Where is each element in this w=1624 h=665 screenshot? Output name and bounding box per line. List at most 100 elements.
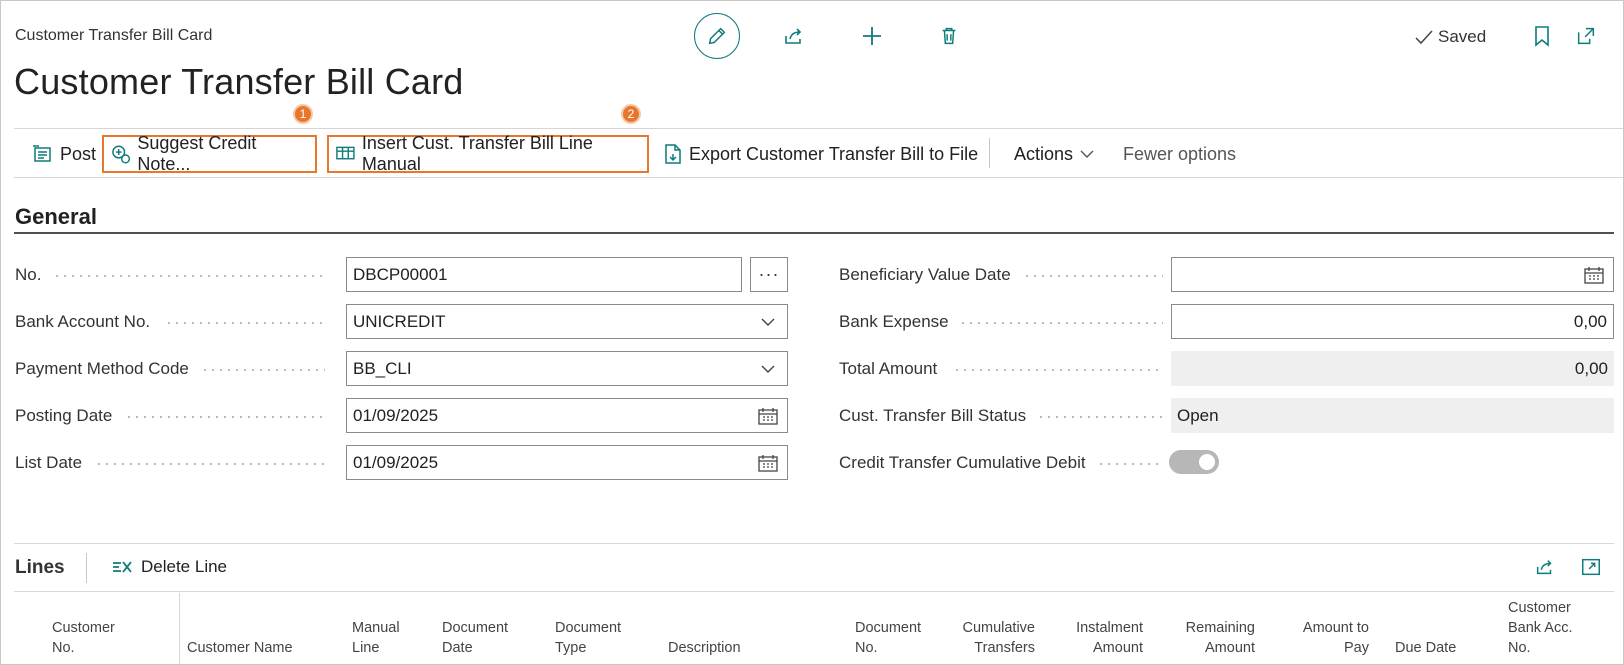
suggest-credit-note-action[interactable]: Suggest Credit Note... [102, 133, 317, 174]
delete-line-icon [113, 561, 132, 573]
col-customer-bank-acc-no[interactable]: Customer Bank Acc. No. [1508, 598, 1572, 658]
col-manual-line[interactable]: Manual Line [352, 618, 400, 658]
leader-dots [1023, 275, 1163, 277]
lines-title: Lines [15, 557, 65, 578]
open-new-window-icon [1577, 27, 1595, 45]
col-remaining-amount[interactable]: Remaining Amount [1171, 618, 1255, 658]
col-line: Document [442, 620, 509, 636]
list-date-value: 01/09/2025 [353, 452, 439, 472]
delete-button[interactable] [936, 23, 962, 49]
col-line: No. [855, 640, 878, 656]
payment-method-code-select[interactable]: BB_CLI [346, 351, 788, 386]
cumulative-debit-toggle[interactable] [1169, 450, 1219, 474]
lines-divider [14, 543, 1614, 544]
calendar-icon[interactable] [1583, 265, 1605, 285]
actions-menu[interactable]: Actions [1008, 135, 1101, 173]
leader-dots [201, 369, 325, 371]
post-action[interactable]: Post [26, 135, 102, 173]
col-line: Instalment [1076, 620, 1143, 636]
page-title: Customer Transfer Bill Card [14, 61, 464, 102]
col-instalment-amount[interactable]: Instalment Amount [1061, 618, 1143, 658]
lines-expand-button[interactable] [1579, 555, 1603, 579]
col-customer-name[interactable]: Customer Name [187, 618, 293, 658]
lines-separator [86, 553, 87, 583]
calendar-icon[interactable] [757, 406, 779, 426]
col-document-type[interactable]: Document Type [555, 618, 621, 658]
general-section-rule [14, 232, 1614, 234]
insert-line-manual-label: Insert Cust. Transfer Bill Line Manual [361, 133, 593, 174]
share-button[interactable] [781, 23, 807, 49]
col-document-date[interactable]: Document Date [442, 618, 508, 658]
no-label: No. [15, 265, 42, 284]
total-amount-label: Total Amount [839, 359, 938, 378]
share-icon [785, 28, 802, 44]
action-bar: Post Suggest Credit Note... Insert Cust.… [14, 128, 1623, 178]
col-line: Type [555, 640, 587, 656]
col-line: Amount to [1302, 620, 1369, 636]
column-separator [179, 593, 180, 664]
leader-dots [165, 322, 325, 324]
col-customer-no[interactable]: Customer No. [52, 618, 115, 658]
post-label: Post [60, 143, 97, 164]
col-line: Customer [52, 620, 115, 636]
pencil-icon [708, 27, 726, 45]
lines-share-button[interactable] [1533, 555, 1557, 579]
col-description[interactable]: Description [668, 618, 741, 658]
col-line: Bank Acc. [1508, 620, 1573, 636]
col-line: Document [855, 620, 922, 636]
col-line: Due Date [1395, 640, 1457, 656]
export-to-file-label: Export Customer Transfer Bill to File [689, 143, 979, 164]
col-line: Customer Name [187, 640, 293, 656]
share-icon [1536, 560, 1552, 575]
calendar-icon[interactable] [757, 453, 779, 473]
list-date-input[interactable]: 01/09/2025 [346, 445, 788, 480]
page-frame: Customer Transfer Bill Card Customer Tra… [0, 0, 1624, 665]
col-line: Line [352, 640, 380, 656]
no-input[interactable]: DBCP00001 [346, 257, 742, 292]
col-line: Manual [352, 620, 400, 636]
new-button[interactable] [859, 23, 885, 49]
delete-line-button[interactable]: Delete Line [111, 557, 227, 577]
insert-line-icon [336, 146, 355, 160]
bank-account-no-value: UNICREDIT [353, 311, 446, 331]
callout-1: 1 [293, 104, 313, 124]
leader-dots [1037, 416, 1163, 418]
leader-dots [95, 463, 325, 465]
expand-icon [1582, 558, 1600, 576]
bank-expense-input[interactable]: 0,00 [1171, 304, 1614, 339]
posting-date-input[interactable]: 01/09/2025 [346, 398, 788, 433]
col-line [187, 618, 293, 638]
no-lookup-button[interactable]: ··· [750, 257, 788, 292]
transfer-bill-status-value: Open [1171, 398, 1614, 433]
bookmark-button[interactable] [1529, 23, 1555, 49]
col-due-date[interactable]: Due Date [1395, 618, 1456, 658]
saved-status: Saved [1414, 27, 1486, 47]
callout-2: 2 [621, 104, 641, 124]
col-amount-to-pay[interactable]: Amount to Pay [1281, 618, 1369, 658]
col-line: Transfers [974, 640, 1035, 656]
list-date-label: List Date [15, 453, 83, 472]
posting-date-label: Posting Date [15, 406, 113, 425]
col-line: Description [668, 640, 741, 656]
export-to-file-action[interactable]: Export Customer Transfer Bill to File [657, 135, 984, 173]
leader-dots [125, 416, 325, 418]
edit-button[interactable] [694, 13, 740, 59]
chevron-down-icon [757, 359, 779, 379]
bank-account-no-select[interactable]: UNICREDIT [346, 304, 788, 339]
leader-dots [959, 322, 1163, 324]
col-cumulative-transfers[interactable]: Cumulative Transfers [951, 618, 1035, 658]
bookmark-icon [1535, 26, 1549, 47]
saved-label: Saved [1438, 27, 1487, 46]
beneficiary-value-date-label: Beneficiary Value Date [839, 265, 1011, 284]
col-line: Remaining [1185, 620, 1255, 636]
action-divider [989, 138, 990, 168]
col-line: Amount [1093, 640, 1143, 656]
col-line: Date [442, 640, 473, 656]
col-line: Customer [1508, 600, 1571, 616]
fewer-options-action[interactable]: Fewer options [1117, 135, 1242, 173]
open-new-window-button[interactable] [1573, 23, 1599, 49]
payment-method-code-value: BB_CLI [353, 358, 412, 378]
col-document-no[interactable]: Document No. [855, 618, 921, 658]
insert-line-manual-action[interactable]: Insert Cust. Transfer Bill Line Manual [327, 133, 649, 174]
beneficiary-value-date-input[interactable] [1171, 257, 1614, 292]
